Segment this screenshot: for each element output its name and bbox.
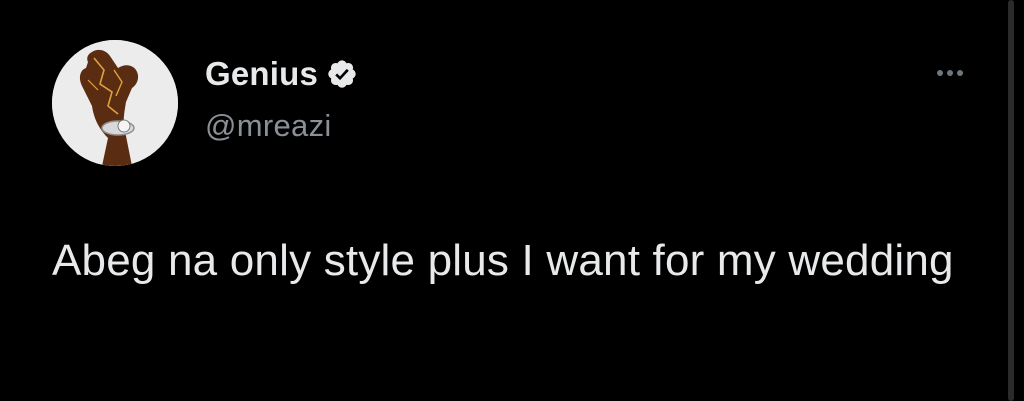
author-handle[interactable]: @mreazi: [205, 108, 332, 144]
tweet-text: Abeg na only style plus I want for my we…: [52, 236, 954, 285]
tweet-card[interactable]: Genius @mreazi Abeg na only style plus I…: [0, 0, 1024, 401]
display-name[interactable]: Genius: [205, 55, 318, 93]
avatar-image: [52, 40, 178, 166]
ellipsis-icon: [957, 70, 963, 76]
scrollbar[interactable]: [1008, 0, 1014, 401]
author-name-row[interactable]: Genius: [205, 54, 358, 94]
more-options-button[interactable]: [928, 58, 972, 88]
ellipsis-icon: [937, 70, 943, 76]
verified-badge-icon: [328, 60, 356, 88]
ellipsis-icon: [947, 70, 953, 76]
avatar[interactable]: [52, 40, 178, 166]
